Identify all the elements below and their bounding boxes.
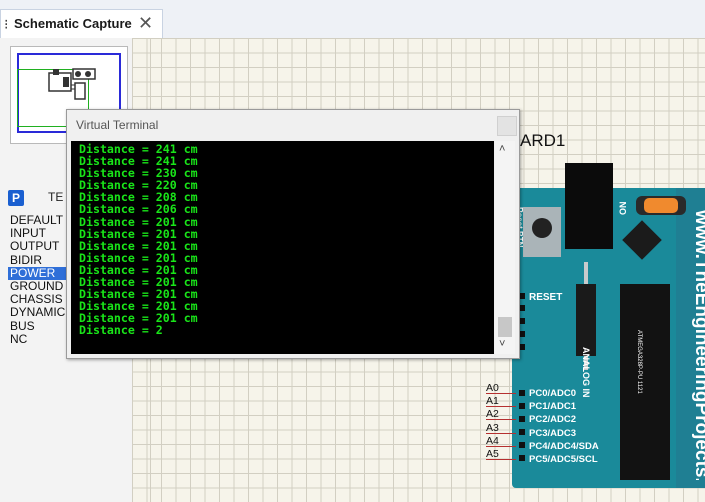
terminal-line: Distance = 201 cm xyxy=(79,226,198,241)
reset-pin-label: RESET xyxy=(529,292,563,303)
voltage-regulator xyxy=(565,163,613,249)
analog-terminal-labels: A0 A1 A2 A3 A4 A5 xyxy=(486,382,516,461)
header-pin[interactable] xyxy=(519,442,525,448)
terminal-line: Distance = 206 cm xyxy=(79,202,198,217)
pin-label: PC4/ADC4/SDA xyxy=(529,440,599,452)
svg-text:www.TheEngineeringProjects.com: www.TheEngineeringProjects.com xyxy=(691,210,705,480)
vertical-scrollbar[interactable]: ˄ ˅ xyxy=(495,141,515,354)
terminal-label-a2[interactable]: A2 xyxy=(486,408,516,421)
window-title: Virtual Terminal xyxy=(76,118,159,132)
header-pin[interactable] xyxy=(519,416,525,422)
chevron-up-icon[interactable]: ˄ xyxy=(499,143,505,155)
pin-label: PC5/ADC5/SCL xyxy=(529,453,598,465)
terminal-line: Distance = 2 xyxy=(79,323,163,338)
terminal-output[interactable]: Distance = 241 cm Distance = 241 cm Dist… xyxy=(71,141,494,354)
pin-label: PC3/ADC3 xyxy=(529,427,576,439)
header-pin[interactable] xyxy=(519,455,525,461)
document-tab-bar: ⁝ Schematic Capture ✕ xyxy=(0,0,705,38)
overview-thumbnail xyxy=(48,68,96,100)
board-url-text: www.TheEngineeringProjects.com xyxy=(691,210,705,480)
on-label: ON xyxy=(618,202,628,216)
terminal-label-a4[interactable]: A4 xyxy=(486,435,516,448)
scrollbar-thumb[interactable] xyxy=(498,317,512,337)
reset-button[interactable] xyxy=(532,218,552,238)
svg-text:ON: ON xyxy=(618,202,628,216)
svg-text:ATMEGA328P-PU 1121: ATMEGA328P-PU 1121 xyxy=(636,330,642,394)
pin-label: PC1/ADC1 xyxy=(529,401,576,413)
analog-pin-labels: PC0/ADC0 PC1/ADC1 PC2/ADC2 PC3/ADC3 PC4/… xyxy=(529,387,599,466)
header-pin[interactable] xyxy=(519,403,525,409)
virtual-terminal-window[interactable]: Virtual Terminal Distance = 241 cm Dista… xyxy=(66,109,520,359)
power-led xyxy=(644,198,678,213)
tab-label: Schematic Capture xyxy=(14,16,132,31)
header-pin[interactable] xyxy=(519,429,525,435)
mcu-label: ATMEGA328P-PU 1121 xyxy=(636,330,642,394)
section-label: TE xyxy=(48,190,64,204)
terminal-label-a5[interactable]: A5 xyxy=(486,448,516,461)
terminal-label-a3[interactable]: A3 xyxy=(486,422,516,435)
terminal-line: Distance = 201 cm xyxy=(79,214,198,229)
schematic-icon: ⁝ xyxy=(4,16,9,32)
chevron-down-icon[interactable]: ˅ xyxy=(499,338,505,350)
terminal-label-a0[interactable]: A0 xyxy=(486,382,516,395)
terminal-label-a1[interactable]: A1 xyxy=(486,395,516,408)
component-reference-label: ARD1 xyxy=(520,131,566,150)
window-close-button[interactable] xyxy=(497,116,517,136)
close-icon[interactable]: ✕ xyxy=(138,13,153,34)
pin-label: PC2/ADC2 xyxy=(529,414,576,426)
header-pin[interactable] xyxy=(519,390,525,396)
pick-parts-badge[interactable]: P xyxy=(8,190,24,206)
tab-schematic-capture[interactable]: ⁝ Schematic Capture ✕ xyxy=(0,9,163,38)
terminal-lines: Distance = 241 cm Distance = 241 cm Dist… xyxy=(71,141,494,337)
pin-label: PC0/ADC0 xyxy=(529,388,576,399)
